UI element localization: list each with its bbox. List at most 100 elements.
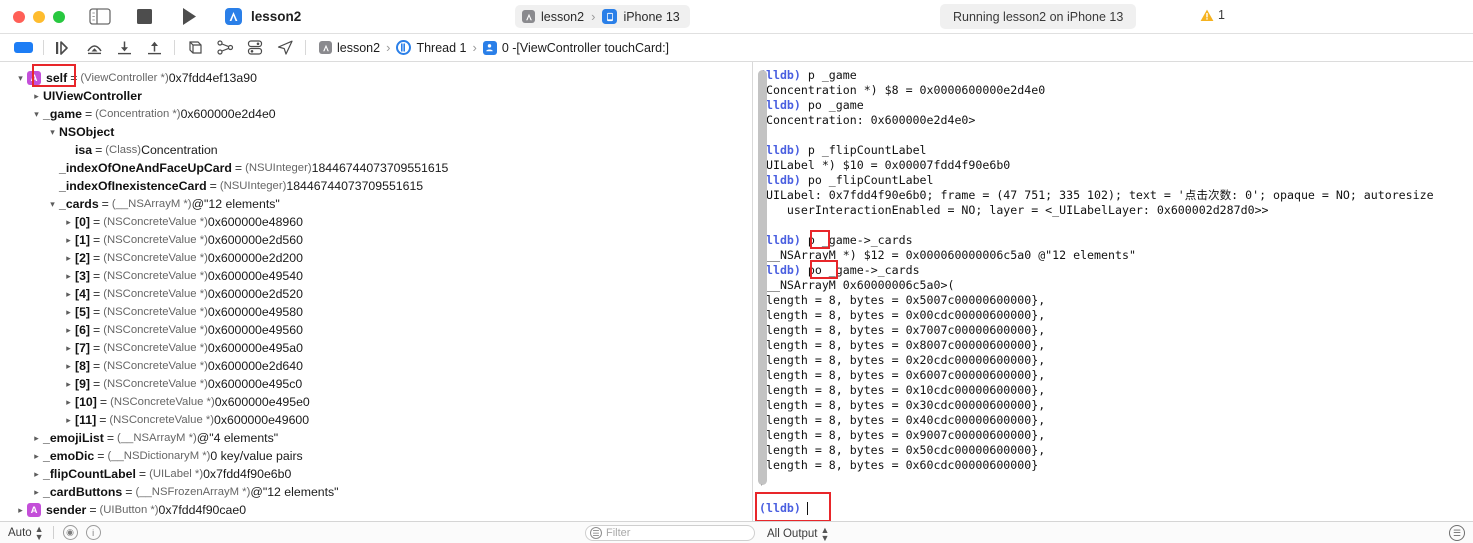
chevron-right-icon[interactable] xyxy=(30,433,43,444)
chevron-right-icon[interactable] xyxy=(62,289,75,300)
maximize-window-button[interactable] xyxy=(53,10,65,23)
jumpbar-process[interactable]: lesson2 xyxy=(337,41,380,55)
location-simulate-icon[interactable] xyxy=(270,36,300,60)
variable-row[interactable]: isa = (Class) Concentration xyxy=(0,141,752,159)
variable-row[interactable]: [2]=(NSConcreteValue *) 0x600000e2d200 xyxy=(0,249,752,267)
variable-row[interactable]: [5]=(NSConcreteValue *) 0x600000e49580 xyxy=(0,303,752,321)
variables-filter-field[interactable]: ☰ Filter xyxy=(585,525,755,541)
chevron-updown-icon-2: ▲ ▼ xyxy=(820,525,830,543)
console-filter-icon[interactable]: ☰ xyxy=(1449,525,1465,541)
variable-scope-selector[interactable]: Auto ▲ ▼ xyxy=(8,524,44,541)
console-line-text: userInteractionEnabled = NO; layer = <_U… xyxy=(759,203,1269,217)
variable-type: (__NSArrayM *) xyxy=(111,198,192,210)
console-scrollbar-thumb[interactable] xyxy=(758,70,767,485)
environment-overrides-icon[interactable] xyxy=(240,36,270,60)
variable-value: 0x600000e495e0 xyxy=(214,395,310,409)
variable-row[interactable]: Aself=(ViewController *) 0x7fdd4ef13a90 xyxy=(0,69,752,87)
console-line: (lldb) po _flipCountLabel xyxy=(759,173,1473,188)
sidebar-toggle-icon[interactable] xyxy=(89,8,111,26)
view-hierarchy-icon[interactable] xyxy=(180,36,210,60)
variable-row[interactable]: [7]=(NSConcreteValue *) 0x600000e495a0 xyxy=(0,339,752,357)
variable-row[interactable]: _emojiList=(__NSArrayM *) @"4 elements" xyxy=(0,429,752,447)
stack-frame-icon xyxy=(482,40,497,55)
variable-row[interactable]: UIViewController xyxy=(0,87,752,105)
variable-value: 0x600000e49580 xyxy=(207,305,303,319)
chevron-right-icon[interactable] xyxy=(62,415,75,426)
jumpbar-separator-2: › xyxy=(472,40,477,55)
variable-row[interactable]: [9]=(NSConcreteValue *) 0x600000e495c0 xyxy=(0,375,752,393)
variable-row[interactable]: _cards=(__NSArrayM *) @"12 elements" xyxy=(0,195,752,213)
variable-row[interactable]: [6]=(NSConcreteValue *) 0x600000e49560 xyxy=(0,321,752,339)
chevron-right-icon[interactable] xyxy=(62,307,75,318)
jumpbar-frame[interactable]: 0 -[ViewController touchCard:] xyxy=(502,41,669,55)
variable-row[interactable]: Asender=(UIButton *) 0x7fdd4f90cae0 xyxy=(0,501,752,519)
continue-icon[interactable] xyxy=(49,36,79,60)
hide-debug-area-icon[interactable] xyxy=(8,36,38,60)
variable-row[interactable]: [3]=(NSConcreteValue *) 0x600000e49540 xyxy=(0,267,752,285)
variable-row[interactable]: _game=(Concentration *) 0x600000e2d4e0 xyxy=(0,105,752,123)
jumpbar-thread[interactable]: Thread 1 xyxy=(416,41,466,55)
variable-name: _cardButtons xyxy=(43,485,123,499)
chevron-right-icon[interactable] xyxy=(30,469,43,480)
variables-view[interactable]: Aself=(ViewController *) 0x7fdd4ef13a90U… xyxy=(0,62,753,521)
chevron-right-icon[interactable] xyxy=(62,217,75,228)
chevron-right-icon[interactable] xyxy=(62,361,75,372)
minimize-window-button[interactable] xyxy=(33,10,45,23)
variable-row[interactable]: [8]=(NSConcreteValue *) 0x600000e2d640 xyxy=(0,357,752,375)
variable-type: (NSConcreteValue *) xyxy=(103,216,208,228)
variable-row[interactable]: _flipCountLabel=(UILabel *) 0x7fdd4f90e6… xyxy=(0,465,752,483)
warning-indicator[interactable]: 1 xyxy=(1200,8,1225,22)
chevron-right-icon[interactable] xyxy=(30,487,43,498)
stop-icon[interactable] xyxy=(137,9,152,24)
chevron-right-icon[interactable] xyxy=(62,397,75,408)
variable-name: [10] xyxy=(75,395,97,409)
variable-value: 0x600000e2d4e0 xyxy=(180,107,276,121)
variable-row[interactable]: [1]=(NSConcreteValue *) 0x600000e2d560 xyxy=(0,231,752,249)
variable-value: 0x600000e2d640 xyxy=(207,359,303,373)
console-line-text: (Concentration *) $8 = 0x0000600000e2d4e… xyxy=(759,83,1046,97)
chevron-down-icon[interactable] xyxy=(14,73,27,84)
chevron-down-icon[interactable] xyxy=(30,109,43,120)
output-scope-selector[interactable]: All Output ▲ ▼ xyxy=(767,525,830,543)
chevron-right-icon[interactable] xyxy=(62,325,75,336)
variable-row[interactable]: [0]=(NSConcreteValue *) 0x600000e48960 xyxy=(0,213,752,231)
scheme-selector[interactable]: lesson2 › iPhone 13 xyxy=(515,5,690,28)
chevron-right-icon[interactable] xyxy=(62,379,75,390)
variable-row[interactable]: [4]=(NSConcreteValue *) 0x600000e2d520 xyxy=(0,285,752,303)
chevron-right-icon[interactable] xyxy=(14,505,27,516)
console-line-text: po _game xyxy=(800,98,864,112)
variable-row[interactable]: [10]=(NSConcreteValue *) 0x600000e495e0 xyxy=(0,393,752,411)
chevron-down-icon[interactable] xyxy=(46,199,59,210)
variable-row[interactable]: _emoDic=(__NSDictionaryM *) 0 key/value … xyxy=(0,447,752,465)
console-scrollbar[interactable] xyxy=(753,62,773,521)
console-line-text: {length = 8, bytes = 0x20cdc00000600000}… xyxy=(759,353,1046,367)
debug-area: Aself=(ViewController *) 0x7fdd4ef13a90U… xyxy=(0,62,1473,521)
chevron-right-icon[interactable] xyxy=(62,343,75,354)
chevron-right-icon[interactable] xyxy=(62,271,75,282)
variable-name: [5] xyxy=(75,305,91,319)
chevron-right-icon[interactable] xyxy=(30,91,43,102)
variable-row[interactable]: [11]=(NSConcreteValue *) 0x600000e49600 xyxy=(0,411,752,429)
step-over-icon[interactable] xyxy=(79,36,109,60)
variable-row[interactable]: _indexOfOneAndFaceUpCard = (NSUInteger) 18… xyxy=(0,159,752,177)
console-line: (__NSArrayM *) $12 = 0x000060000006c5a0 … xyxy=(759,248,1473,263)
close-window-button[interactable] xyxy=(13,10,25,23)
console-view[interactable]: (lldb) p _game (Concentration *) $8 = 0x0… xyxy=(753,62,1473,521)
step-into-icon[interactable] xyxy=(109,36,139,60)
chevron-right-icon[interactable] xyxy=(30,451,43,462)
variable-row[interactable]: _indexOfInexistenceCard = (NSUInteger) 184… xyxy=(0,177,752,195)
toolbar-divider xyxy=(43,40,44,55)
chevron-right-icon[interactable] xyxy=(62,253,75,264)
step-out-icon[interactable] xyxy=(139,36,169,60)
chevron-down-icon[interactable] xyxy=(46,127,59,138)
variable-row[interactable]: _cardButtons=(__NSFrozenArrayM *) @"12 e… xyxy=(0,483,752,501)
run-icon[interactable] xyxy=(182,8,197,25)
memory-graph-icon[interactable] xyxy=(210,36,240,60)
console-input-line[interactable]: (lldb) xyxy=(759,501,809,515)
eye-icon[interactable]: ◉ xyxy=(62,525,78,540)
console-line-text: {length = 8, bytes = 0x5007c00000600000}… xyxy=(759,293,1046,307)
scheme-separator: › xyxy=(591,9,596,24)
variable-row[interactable]: NSObject xyxy=(0,123,752,141)
chevron-right-icon[interactable] xyxy=(62,235,75,246)
info-icon[interactable]: i xyxy=(85,525,101,540)
